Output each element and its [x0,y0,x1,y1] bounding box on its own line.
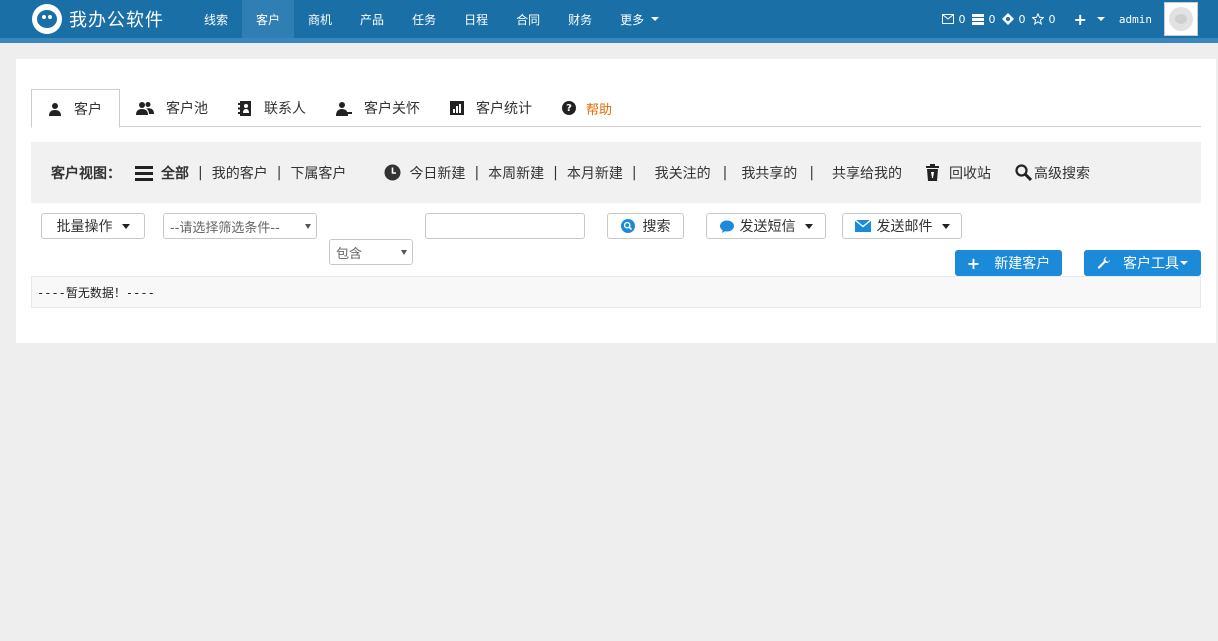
nav-item[interactable]: 任务 [398,0,450,38]
star-icon [1032,13,1045,25]
avatar[interactable] [1164,2,1198,36]
separator: | [474,164,480,181]
view-filter-bar: 客户视图： 全部 | 我的客户 | 下属客户 今日新建 | 本周新建 | 本月新… [31,142,1201,203]
tab-help[interactable]: ? 帮助 [546,89,626,127]
match-type-select[interactable]: 包含 [329,239,413,265]
inbox-icon [972,13,985,25]
tab-customer-care[interactable]: 客户关怀 [320,89,434,127]
tab-contacts[interactable]: 联系人 [222,89,320,127]
help-icon: ? [562,101,576,115]
separator: | [276,164,282,181]
separator: | [722,164,728,181]
navbar-underline [0,38,1218,43]
chevron-down-icon [121,223,130,229]
chevron-down-icon [1096,17,1105,21]
search-icon [1015,164,1033,181]
chevron-down-icon [1180,261,1188,265]
view-followed-link[interactable]: 我关注的 [655,163,711,183]
inbox-counter[interactable]: 0 [972,13,995,26]
view-subordinate-link[interactable]: 下属客户 [290,163,346,183]
nav-item[interactable]: 产品 [346,0,398,38]
plus-icon: + [966,253,981,273]
filter-condition-select[interactable]: --请选择筛选条件-- [163,213,317,239]
view-shared-by-me-link[interactable]: 我共享的 [741,163,797,183]
customer-tabs: 客户 客户池 联系人 客户关怀 客户统计 ? 帮助 [31,89,1201,128]
view-week-new-link[interactable]: 本周新建 [488,163,544,183]
nav-item[interactable]: 客户 [242,0,295,38]
view-recycle-link[interactable]: 回收站 [949,163,991,183]
main-nav: 线索 客户 商机 产品 任务 日程 合同 财务 更多 [190,0,673,38]
clock-icon [384,164,401,181]
send-email-button[interactable]: 发送邮件 [842,213,962,239]
brand-name: 我办公软件 [69,10,164,31]
tasks-counter[interactable]: 0 [1002,13,1025,26]
chevron-down-icon [401,250,407,255]
plus-icon: + [1073,9,1087,29]
brand[interactable]: 我办公软件 [0,0,188,38]
list-icon [135,165,153,181]
view-mine-link[interactable]: 我的客户 [212,163,268,183]
envelope-icon [854,220,871,232]
send-sms-button[interactable]: 发送短信 [706,213,826,239]
tab-customer-pool[interactable]: 客户池 [120,89,222,127]
nav-item[interactable]: 合同 [502,0,554,38]
nav-item[interactable]: 日程 [450,0,502,38]
chevron-down-icon [804,223,813,229]
chevron-down-icon [941,223,950,229]
nav-item[interactable]: 商机 [294,0,346,38]
nav-item[interactable]: 财务 [554,0,606,38]
separator: | [553,164,558,181]
mail-icon [942,14,955,24]
messages-counter[interactable]: 0 [942,13,965,26]
chat-bubble-icon [719,220,734,233]
separator: | [631,164,637,181]
tab-customer[interactable]: 客户 [31,89,120,128]
main-panel: 客户 客户池 联系人 客户关怀 客户统计 ? 帮助 客户视图： 全部 | 我的客… [16,59,1216,343]
tab-customer-stats[interactable]: 客户统计 [434,89,546,127]
search-button[interactable]: 搜索 [607,213,684,239]
trash-icon [926,164,940,181]
customer-tools-button[interactable]: 客户工具 [1084,250,1201,276]
view-shared-to-me-link[interactable]: 共享给我的 [832,163,902,183]
search-icon [620,219,635,233]
users-icon [136,101,154,115]
view-all-link[interactable]: 全部 [135,163,189,183]
new-customer-button[interactable]: + 新建客户 [955,250,1062,276]
view-month-new-link[interactable]: 本月新建 [567,163,623,183]
username[interactable]: admin [1119,13,1152,26]
favorites-counter[interactable]: 0 [1032,13,1055,26]
chevron-down-icon [651,17,660,21]
view-label: 客户视图： [51,165,121,182]
avatar-image [1169,7,1193,31]
keyword-input[interactable] [425,213,585,239]
crosshair-icon [1002,13,1015,25]
nav-item[interactable]: 更多 [606,0,673,38]
empty-table-message: ----暂无数据！---- [31,276,1201,308]
batch-actions-button[interactable]: 批量操作 [41,213,145,239]
view-today-new-link[interactable]: 今日新建 [409,163,465,183]
monkey-logo-icon [32,4,62,34]
address-book-icon [238,100,252,116]
separator: | [198,164,203,181]
chevron-down-icon [305,224,311,229]
wrench-icon [1097,256,1111,270]
nav-item[interactable]: 线索 [190,0,242,38]
user-icon [48,102,62,116]
bar-chart-icon [450,101,464,115]
user-care-icon [336,101,352,116]
quick-add-button[interactable]: + [1073,9,1105,29]
nav-right: 0 0 0 0 + admin [935,0,1198,38]
separator: | [809,164,815,181]
advanced-search-link[interactable]: 高级搜索 [1034,163,1090,183]
